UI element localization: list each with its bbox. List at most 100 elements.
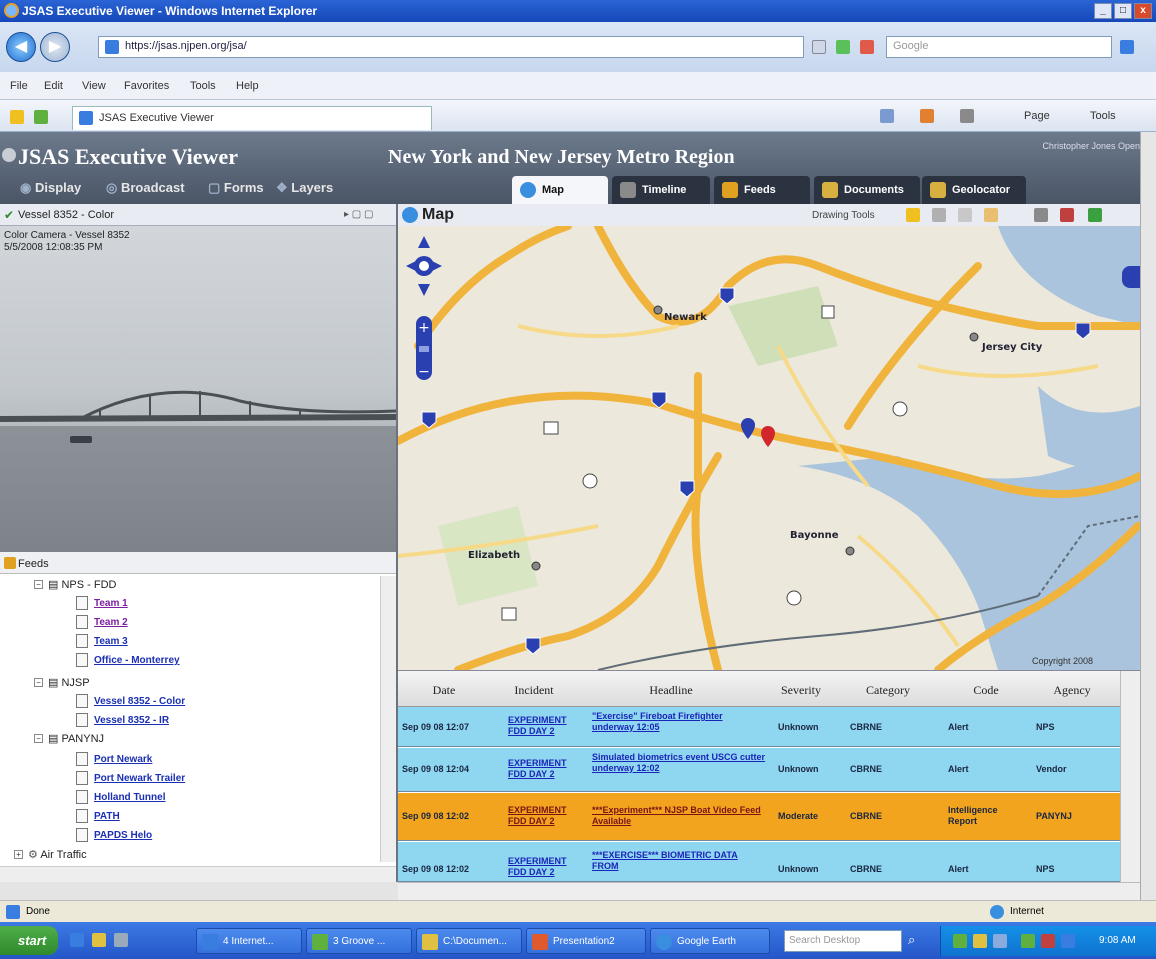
feed-path[interactable]: PATH [94, 811, 120, 822]
feed-vessel-ir[interactable]: Vessel 8352 - IR [94, 715, 169, 726]
cell-incident[interactable]: EXPERIMENT FDD DAY 2 [508, 758, 572, 780]
menu-favorites[interactable]: Favorites [124, 80, 169, 92]
table-row[interactable]: Sep 09 08 12:07 EXPERIMENT FDD DAY 2 "Ex… [398, 707, 1120, 747]
tree-group-njsp[interactable]: ▤ NJSP [48, 676, 90, 689]
menu-layers[interactable]: ❖ Layers [276, 180, 333, 196]
maximize-button[interactable]: □ [1114, 3, 1132, 19]
cell-headline[interactable]: ***Experiment*** NJSP Boat Video Feed Av… [592, 805, 762, 827]
draw-polygon-icon[interactable] [958, 208, 972, 222]
feed-office-monterrey[interactable]: Office - Monterrey [94, 655, 180, 666]
desktop-search-input[interactable]: Search Desktop [784, 930, 902, 952]
task-google-earth[interactable]: Google Earth [650, 928, 770, 954]
tree-scrollbar[interactable] [380, 576, 396, 862]
forward-button[interactable]: ▶ [40, 32, 70, 62]
map-side-control[interactable] [1122, 266, 1140, 288]
tree-group-air-traffic[interactable]: ⚙ Air Traffic [28, 848, 87, 861]
tray-icon[interactable] [1021, 934, 1035, 948]
cell-headline[interactable]: ***EXERCISE*** BIOMETRIC DATA FROM [592, 850, 762, 872]
tab-geolocator[interactable]: Geolocator [922, 176, 1026, 204]
page-scrollbar[interactable] [1140, 132, 1156, 900]
task-presentation[interactable]: Presentation2 [526, 928, 646, 954]
tray-icon[interactable] [953, 934, 967, 948]
start-button[interactable]: start [0, 926, 58, 955]
favorites-star-icon[interactable] [10, 110, 24, 124]
col-agency[interactable]: Agency [1034, 683, 1110, 698]
back-button[interactable]: ◀ [6, 32, 36, 62]
task-groove[interactable]: 3 Groove ... [306, 928, 412, 954]
task-documents[interactable]: C:\Documen... [416, 928, 522, 954]
blue-pin-icon[interactable] [741, 418, 755, 439]
tray-icon[interactable] [1061, 934, 1075, 948]
feed-papds-helo[interactable]: PAPDS Helo [94, 830, 152, 841]
edit-icon[interactable] [1034, 208, 1048, 222]
search-icon[interactable] [1120, 40, 1134, 54]
feed-team-3[interactable]: Team 3 [94, 636, 128, 647]
tree-toggle[interactable]: − [34, 580, 43, 589]
dropdown-icon[interactable] [812, 40, 826, 54]
feed-team-2[interactable]: Team 2 [94, 617, 128, 628]
tree-toggle[interactable]: − [34, 678, 43, 687]
menu-file[interactable]: File [10, 80, 28, 92]
draw-line-icon[interactable] [932, 208, 946, 222]
draw-shape-icon[interactable] [984, 208, 998, 222]
table-row[interactable]: Sep 09 08 12:02 EXPERIMENT FDD DAY 2 ***… [398, 842, 1120, 882]
task-internet[interactable]: 4 Internet... [196, 928, 302, 954]
tab-timeline[interactable]: Timeline [612, 176, 710, 204]
search-input[interactable]: Google [886, 36, 1112, 58]
menu-edit[interactable]: Edit [44, 80, 63, 92]
col-date[interactable]: Date [398, 683, 490, 698]
menu-broadcast[interactable]: ◎ Broadcast [106, 180, 185, 196]
cell-headline[interactable]: Simulated biometrics event USCG cutter u… [592, 752, 768, 774]
print-icon[interactable] [960, 109, 974, 123]
menu-view[interactable]: View [82, 80, 106, 92]
tab-documents[interactable]: Documents [814, 176, 920, 204]
quicklaunch-ie-icon[interactable] [70, 933, 84, 947]
clock[interactable]: 9:08 AM [1099, 935, 1136, 946]
tree-group-panynj[interactable]: ▤ PANYNJ [48, 732, 104, 745]
pan-up-icon[interactable] [418, 236, 430, 248]
cell-incident[interactable]: EXPERIMENT FDD DAY 2 [508, 715, 572, 737]
feed-team-1[interactable]: Team 1 [94, 598, 128, 609]
col-incident[interactable]: Incident [498, 683, 570, 698]
col-headline[interactable]: Headline [586, 683, 756, 698]
erase-icon[interactable] [1060, 208, 1074, 222]
feed-port-newark-trailer[interactable]: Port Newark Trailer [94, 773, 185, 784]
feeds-icon[interactable] [920, 109, 934, 123]
refresh-icon[interactable] [836, 40, 850, 54]
quicklaunch-desktop-icon[interactable] [114, 933, 128, 947]
grid-scrollbar[interactable] [1120, 671, 1140, 882]
col-code[interactable]: Code [946, 683, 1026, 698]
tab-feeds[interactable]: Feeds [714, 176, 810, 204]
feed-holland-tunnel[interactable]: Holland Tunnel [94, 792, 165, 803]
zoom-out-icon[interactable]: − [418, 364, 430, 380]
home-icon[interactable] [880, 109, 894, 123]
grid-horizontal-scrollbar[interactable] [398, 882, 1140, 900]
stop-icon[interactable] [860, 40, 874, 54]
feed-port-newark[interactable]: Port Newark [94, 754, 152, 765]
browser-tab[interactable]: JSAS Executive Viewer [72, 106, 432, 130]
menu-display[interactable]: ◉ Display [20, 180, 81, 196]
menu-forms[interactable]: ▢ Forms [208, 180, 264, 196]
menu-help[interactable]: Help [236, 80, 259, 92]
refresh-map-icon[interactable] [1088, 208, 1102, 222]
tree-group-nps-fdd[interactable]: ▤ NPS - FDD [48, 578, 116, 591]
minimize-button[interactable]: _ [1094, 3, 1112, 19]
tree-toggle[interactable]: − [34, 734, 43, 743]
cell-incident[interactable]: EXPERIMENT FDD DAY 2 [508, 856, 572, 878]
tools-menu[interactable]: Tools [1090, 110, 1116, 122]
panel-controls-icon[interactable]: ▸ ▢ ▢ [344, 209, 373, 220]
tree-horizontal-scrollbar[interactable] [0, 866, 396, 882]
address-input[interactable]: https://jsas.njpen.org/jsa/ [98, 36, 804, 58]
add-favorite-icon[interactable] [34, 110, 48, 124]
tray-icon[interactable] [1041, 934, 1055, 948]
cell-incident[interactable]: EXPERIMENT FDD DAY 2 [508, 805, 572, 827]
col-category[interactable]: Category [846, 683, 930, 698]
table-row-highlighted[interactable]: Sep 09 08 12:02 EXPERIMENT FDD DAY 2 ***… [398, 793, 1120, 841]
tray-icon[interactable] [973, 934, 987, 948]
close-button[interactable]: x [1134, 3, 1152, 19]
zoom-slider[interactable] [419, 346, 429, 352]
table-row[interactable]: Sep 09 08 12:04 EXPERIMENT FDD DAY 2 Sim… [398, 748, 1120, 792]
feed-vessel-color[interactable]: Vessel 8352 - Color [94, 696, 185, 707]
cell-headline[interactable]: "Exercise" Fireboat Firefighter underway… [592, 711, 762, 733]
tray-icon[interactable] [993, 934, 1007, 948]
